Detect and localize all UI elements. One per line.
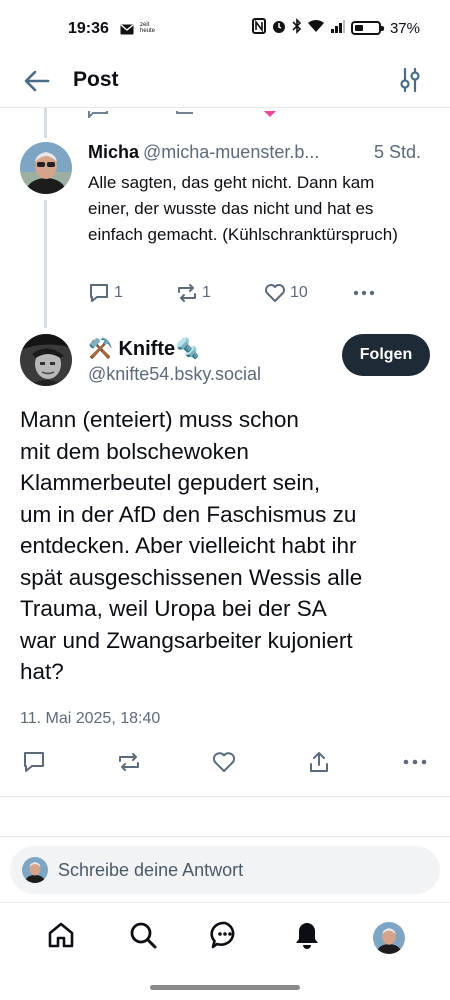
thread-reply[interactable]: Micha @micha-muenster.b... 5 Std. Alle sa… xyxy=(0,138,450,318)
like-button[interactable]: 10 xyxy=(264,282,352,304)
author-handle[interactable]: @knifte54.bsky.social xyxy=(88,364,261,385)
back-arrow-icon[interactable] xyxy=(22,68,52,94)
mail-notification-icon xyxy=(120,22,134,40)
share-icon[interactable] xyxy=(307,750,331,779)
compose-placeholder: Schreibe deine Antwort xyxy=(58,860,244,880)
reply-meta: Micha @micha-muenster.b... 5 Std. xyxy=(88,142,421,163)
chat-icon xyxy=(210,920,240,955)
previous-post-actions-partial xyxy=(0,108,450,118)
like-icon xyxy=(264,282,286,304)
post-date: 11. Mai 2025, 18:40 xyxy=(20,710,161,727)
alarm-icon xyxy=(271,18,287,38)
repost-icon[interactable] xyxy=(117,750,141,779)
author-name[interactable]: ⚒️ Knifte🔩 xyxy=(88,336,200,361)
repost-icon xyxy=(176,282,198,304)
reply-text: Alle sagten, das geht nicht. Dann kam ei… xyxy=(88,173,398,244)
more-icon xyxy=(352,282,376,304)
bell-icon xyxy=(292,920,322,955)
post-age: 5 Std. xyxy=(374,142,422,162)
status-bar: 19:36 zeit heute 37% xyxy=(0,0,450,56)
reply-icon[interactable] xyxy=(22,750,46,779)
divider xyxy=(0,796,450,797)
search-icon xyxy=(128,920,158,955)
nav-search[interactable] xyxy=(118,913,168,963)
zeit-notification-icon: zeit heute xyxy=(140,22,156,34)
repost-button[interactable]: 1 xyxy=(176,282,264,304)
home-icon xyxy=(46,920,76,955)
gesture-bar xyxy=(150,985,300,990)
wifi-icon xyxy=(307,19,325,37)
avatar xyxy=(22,857,48,883)
reply-compose-field[interactable]: Schreibe deine Antwort xyxy=(10,846,440,894)
signal-icon xyxy=(330,19,346,37)
like-icon[interactable] xyxy=(212,750,236,779)
follow-button[interactable]: Folgen xyxy=(342,334,430,376)
nav-home[interactable] xyxy=(36,913,86,963)
more-button[interactable] xyxy=(352,282,376,304)
page-title: Post xyxy=(73,68,119,91)
status-time: 19:36 xyxy=(68,20,109,37)
nav-notifications[interactable] xyxy=(282,913,332,963)
avatar[interactable] xyxy=(20,334,72,386)
post-text: Mann (enteiert) muss schon mit dem bolsc… xyxy=(20,407,363,684)
author-handle[interactable]: @micha-muenster.b... xyxy=(143,142,319,162)
reply-count: 1 xyxy=(114,284,123,301)
like-count: 10 xyxy=(290,284,308,301)
avatar[interactable] xyxy=(20,142,72,194)
author-name[interactable]: Micha xyxy=(88,142,139,162)
reply-icon xyxy=(88,282,110,304)
nfc-icon xyxy=(251,18,266,38)
reply-button[interactable]: 1 xyxy=(88,282,176,304)
post-header: Post xyxy=(0,56,450,108)
nav-chat[interactable] xyxy=(200,913,250,963)
battery-icon xyxy=(350,21,384,35)
battery-percent: 37% xyxy=(389,19,420,37)
nav-profile[interactable] xyxy=(364,913,414,963)
divider xyxy=(0,836,450,837)
reply-actions: 1 1 10 xyxy=(88,282,376,304)
post-actions xyxy=(22,750,428,779)
avatar xyxy=(373,921,405,954)
thread-line xyxy=(44,108,47,138)
system-icons: 37% xyxy=(251,18,420,38)
bottom-nav xyxy=(0,902,450,972)
bluetooth-icon xyxy=(292,18,302,38)
repost-count: 1 xyxy=(202,284,211,301)
more-icon[interactable] xyxy=(402,750,428,779)
filter-icon[interactable] xyxy=(398,66,422,94)
